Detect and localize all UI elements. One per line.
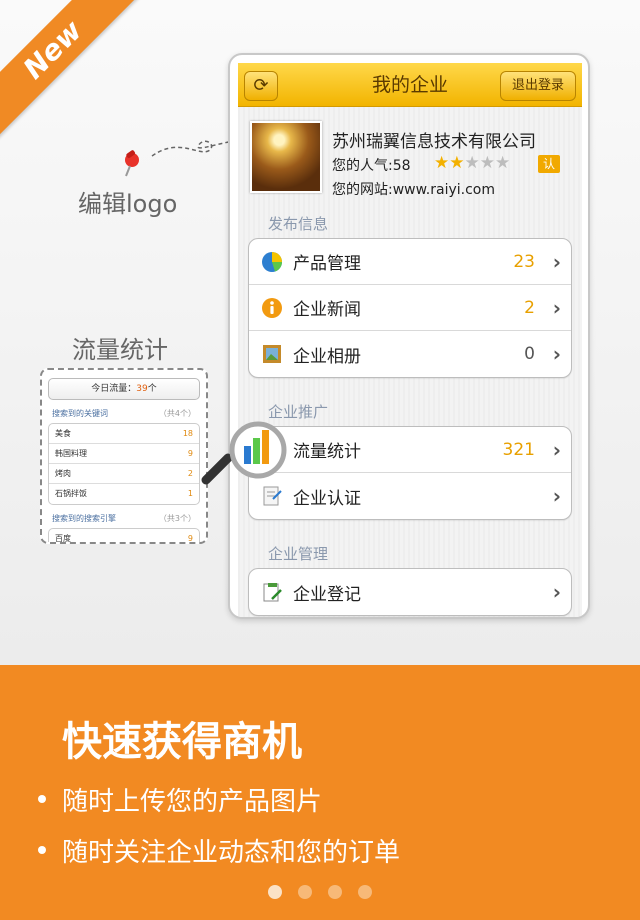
star-empty-icon: ★ (464, 153, 480, 173)
page-dot[interactable] (358, 885, 372, 899)
star-empty-icon: ★ (479, 153, 495, 173)
management-group: 企业登记 › (248, 568, 572, 616)
edit-logo-annotation: 编辑logo (78, 190, 178, 218)
row-company-news[interactable]: 企业新闻 2 › (249, 285, 571, 331)
page-indicator (268, 885, 372, 899)
keywords-list: 美食 18 韩国料理 9 烤肉 2 石锅拌饭 1 (48, 423, 200, 505)
logout-button[interactable]: 退出登录 (500, 71, 576, 101)
magnifier-bar-chart-icon (201, 421, 287, 485)
info-icon (262, 297, 282, 318)
list-item: 韩国料理 9 (49, 444, 199, 464)
phone-mockup: ⟳ 我的企业 退出登录 苏州瑞翼信息技术有限公司 您的人气:58 ★★★★★ 认… (228, 53, 590, 619)
company-logo[interactable] (250, 121, 322, 193)
certificate-icon (263, 486, 282, 506)
section-title-management: 企业管理 (268, 545, 329, 563)
list-item: 百度 9 (55, 534, 193, 543)
list-item: 美食 18 (49, 424, 199, 444)
bullet-icon (38, 846, 46, 854)
traffic-annotation: 流量统计 (72, 336, 168, 364)
promotion-group: 流量统计 321 › 企业认证 › (248, 426, 572, 520)
chevron-right-icon: › (552, 295, 561, 320)
star-filled-icon: ★ (434, 153, 450, 173)
verified-badge: 认 (538, 155, 560, 173)
phone-screen: ⟳ 我的企业 退出登录 苏州瑞翼信息技术有限公司 您的人气:58 ★★★★★ 认… (238, 63, 582, 617)
banner-title: 快速获得商机 (62, 719, 302, 765)
today-traffic: 今日流量：39个 (48, 378, 200, 400)
row-company-certification[interactable]: 企业认证 › (249, 473, 571, 519)
company-header: 苏州瑞翼信息技术有限公司 您的人气:58 ★★★★★ 认 您的网站:www.ra… (238, 107, 582, 201)
page-dot-active[interactable] (268, 885, 282, 899)
list-item: 石锅拌饭 1 (55, 489, 193, 498)
register-icon (263, 583, 282, 602)
company-name: 苏州瑞翼信息技术有限公司 (332, 132, 536, 152)
pie-chart-icon (262, 251, 282, 272)
star-empty-icon: ★ (495, 153, 511, 173)
row-company-album[interactable]: 企业相册 0 › (249, 331, 571, 377)
chevron-right-icon: › (552, 484, 561, 508)
engines-list: 百度 9 (48, 528, 200, 543)
photo-frame-icon (263, 345, 281, 363)
engines-section-title: 搜索到的搜索引擎 （共3个） (52, 514, 196, 523)
row-company-register[interactable]: 企业登记 › (249, 569, 571, 615)
popularity: 您的人气:58 (332, 158, 411, 174)
keywords-section-title: 搜索到的关键词 （共4个） (52, 409, 196, 418)
traffic-preview: 今日流量：39个 搜索到的关键词 （共4个） 美食 18 韩国料理 9 烤肉 2 石锅… (40, 368, 208, 544)
company-website: 您的网站:www.raiyi.com (332, 182, 495, 198)
list-item: 烤肉 2 (49, 464, 199, 484)
publish-group: 产品管理 23 › 企业新闻 2 › 企业相册 0 › (248, 238, 572, 378)
rating-stars: ★★★★★ (434, 153, 510, 173)
feature-showcase: New 编辑logo 流量统计 今日流量：39个 搜索到的关键词 （共4个） 美… (0, 0, 640, 665)
banner-item: 随时上传您的产品图片 (62, 787, 323, 817)
chevron-right-icon: › (552, 342, 561, 366)
row-traffic-stats[interactable]: 流量统计 321 › (249, 427, 571, 473)
chevron-right-icon: › (552, 580, 561, 604)
section-title-publish: 发布信息 (268, 215, 329, 233)
chevron-right-icon: › (552, 437, 561, 462)
bullet-icon (38, 795, 46, 803)
nav-bar: ⟳ 我的企业 退出登录 (238, 63, 582, 107)
page-dot[interactable] (298, 885, 312, 899)
row-product-management[interactable]: 产品管理 23 › (249, 239, 571, 285)
new-ribbon: New (0, 0, 143, 140)
page-dot[interactable] (328, 885, 342, 899)
star-filled-icon: ★ (449, 153, 465, 173)
banner-item: 随时关注企业动态和您的订单 (62, 838, 401, 868)
chevron-right-icon: › (552, 249, 561, 274)
promo-banner: 快速获得商机 随时上传您的产品图片 随时关注企业动态和您的订单 (0, 665, 640, 920)
